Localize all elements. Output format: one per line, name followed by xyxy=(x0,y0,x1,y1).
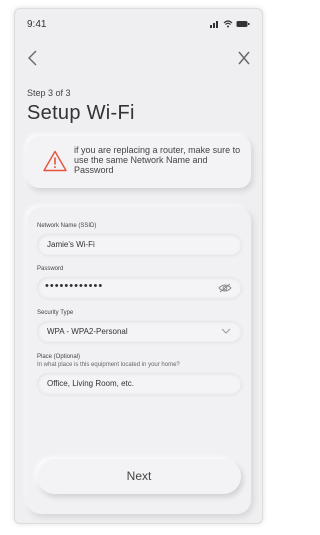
place-placeholder: Office, Living Room, etc. xyxy=(47,379,134,388)
step-indicator: Step 3 of 3 xyxy=(27,88,71,98)
signal-icon xyxy=(210,21,218,28)
password-value: •••••••••••• xyxy=(45,280,104,292)
place-hint: In what place is this equipment located … xyxy=(37,362,180,368)
next-button[interactable]: Next xyxy=(37,459,241,494)
place-field[interactable]: Office, Living Room, etc. xyxy=(37,373,241,394)
warning-triangle-icon xyxy=(43,150,67,172)
phone-frame: 9:41 Step 3 of 3 Setup Wi-Fi if you are … xyxy=(14,8,263,524)
battery-icon xyxy=(236,21,250,27)
ssid-field[interactable]: Jamie's Wi-Fi xyxy=(37,234,241,255)
wifi-form-card: Network Name (SSID) Jamie's Wi-Fi Passwo… xyxy=(27,207,251,514)
chevron-left-icon[interactable] xyxy=(25,49,41,67)
security-select[interactable]: WPA - WPA2-Personal xyxy=(37,321,241,342)
wifi-icon xyxy=(223,20,233,28)
status-time: 9:41 xyxy=(27,19,47,30)
status-bar: 9:41 xyxy=(27,19,250,33)
security-label: Security Type xyxy=(37,310,74,316)
password-field[interactable]: •••••••••••• xyxy=(37,277,241,298)
security-value: WPA - WPA2-Personal xyxy=(47,327,128,336)
status-icons xyxy=(210,20,250,28)
page-title: Setup Wi-Fi xyxy=(27,102,135,124)
password-label: Password xyxy=(37,266,64,272)
ssid-value: Jamie's Wi-Fi xyxy=(47,240,95,249)
place-label: Place (Optional) xyxy=(37,354,81,360)
eye-hidden-icon[interactable] xyxy=(218,283,232,293)
nav-bar xyxy=(25,49,252,67)
close-icon[interactable] xyxy=(236,49,252,67)
ssid-label: Network Name (SSID) xyxy=(37,223,97,229)
warning-text: if you are replacing a router, make sure… xyxy=(74,145,241,175)
chevron-down-icon xyxy=(221,328,231,334)
warning-banner: if you are replacing a router, make sure… xyxy=(27,136,251,188)
